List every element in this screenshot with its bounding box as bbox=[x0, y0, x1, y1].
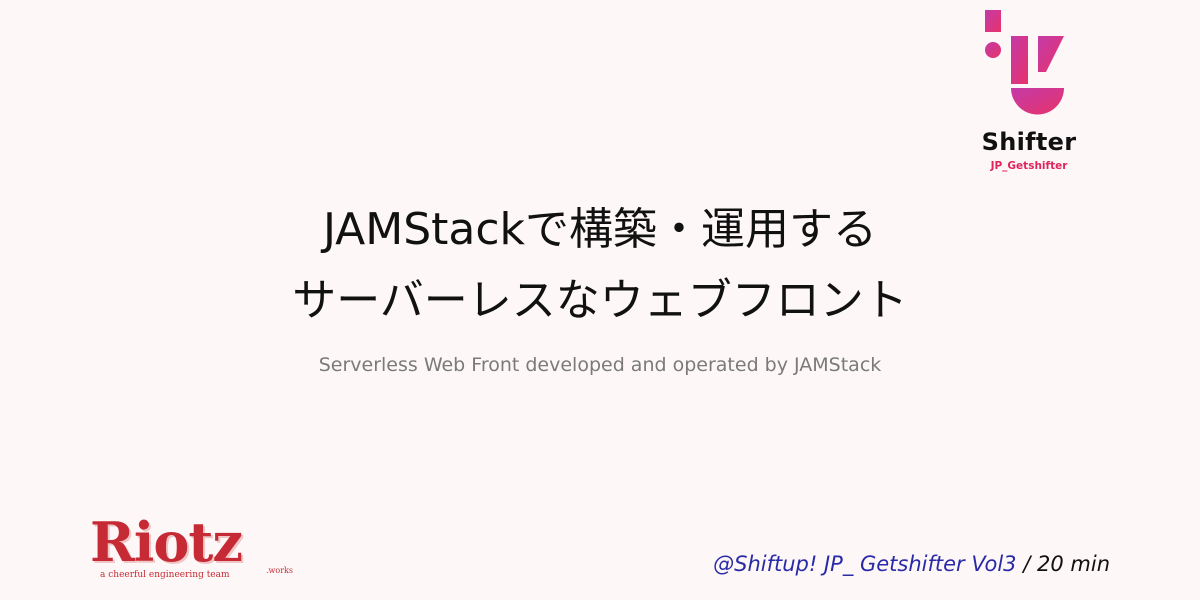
riotz-logo: Riotz a cheerful engineering team .works bbox=[90, 512, 300, 584]
event-footer: @Shiftup! JP_ Getshifter Vol3 / 20 min bbox=[713, 552, 1110, 576]
shifter-handle: JP_Getshifter bbox=[990, 160, 1068, 172]
event-separator: / bbox=[1023, 552, 1031, 576]
riotz-suffix: .works bbox=[266, 566, 293, 575]
slide-subtitle: Serverless Web Front developed and opera… bbox=[318, 354, 882, 376]
slide-title: JAMStackで構築・運用する サーバーレスなウェブフロント bbox=[0, 194, 1200, 336]
shifter-logo: Shifter JP_Getshifter bbox=[968, 6, 1098, 178]
shifter-logo-mark-icon bbox=[985, 10, 1064, 115]
riotz-tagline: a cheerful engineering team bbox=[100, 570, 230, 580]
riotz-wordmark: Riotz bbox=[90, 510, 243, 574]
shifter-wordmark: Shifter bbox=[981, 128, 1077, 156]
title-line-1: JAMStackで構築・運用する bbox=[322, 204, 878, 255]
event-duration: 20 min bbox=[1037, 552, 1110, 576]
title-line-2: サーバーレスなウェブフロント bbox=[292, 275, 908, 326]
event-name: @Shiftup! JP_ Getshifter Vol3 bbox=[713, 552, 1017, 576]
